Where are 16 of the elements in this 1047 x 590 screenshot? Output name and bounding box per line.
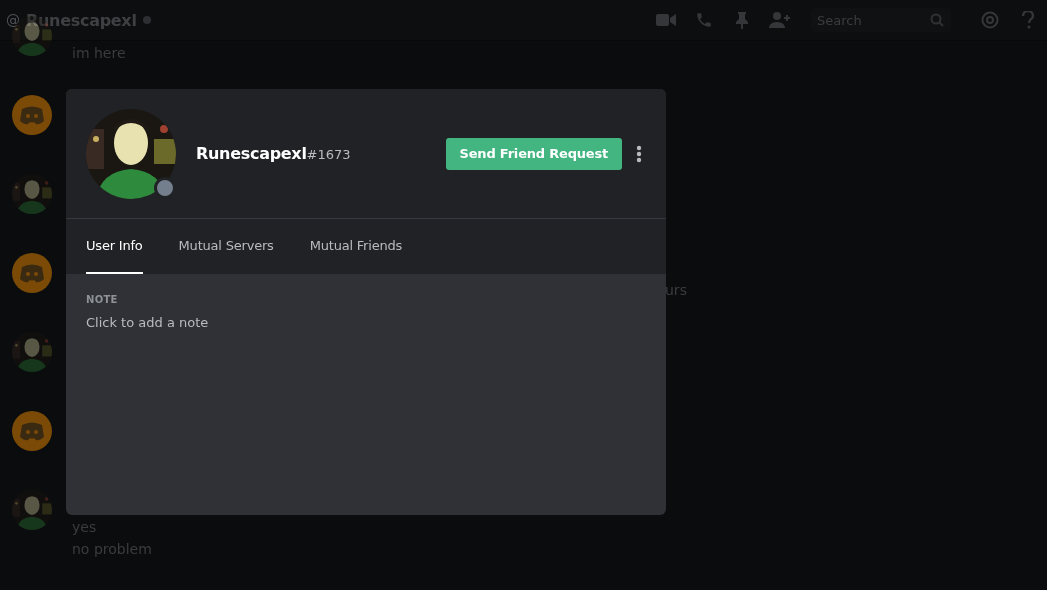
bot-avatar	[12, 411, 52, 451]
profile-tab[interactable]: Mutual Servers	[178, 219, 274, 274]
more-options-icon[interactable]	[636, 144, 642, 163]
note-field[interactable]: Click to add a note	[86, 315, 626, 330]
bot-avatar	[12, 95, 52, 135]
status-dot	[142, 16, 151, 24]
mention-icon[interactable]	[979, 9, 1001, 31]
bot-avatar	[12, 253, 52, 293]
discriminator: #1673	[306, 147, 351, 162]
add-user-icon[interactable]	[769, 9, 791, 31]
search-icon	[930, 13, 944, 27]
note-label: NOTE	[86, 294, 119, 305]
profile-tab[interactable]: Mutual Friends	[309, 219, 403, 274]
username: Runescapexl	[196, 144, 307, 163]
profile-tab[interactable]: User Info	[86, 219, 143, 274]
at-sign: @	[6, 12, 20, 28]
